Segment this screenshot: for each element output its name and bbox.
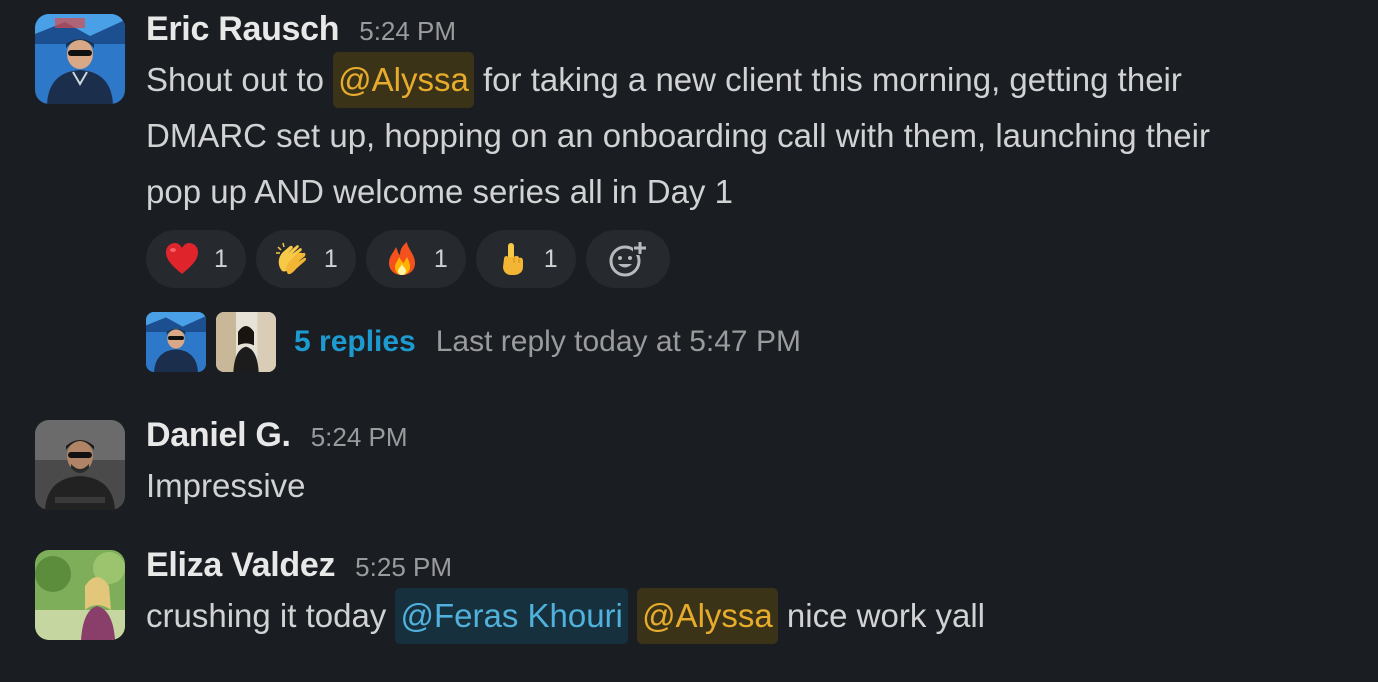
message-text-segment: pop up AND welcome series all in Day 1: [146, 173, 733, 210]
avatar-eliza-valdez[interactable]: [35, 550, 125, 640]
message-text-segment: DMARC set up, hopping on an onboarding c…: [146, 117, 1210, 154]
message-feed: Eric Rausch 5:24 PM Shout out to @Alyssa…: [0, 0, 1378, 682]
reaction-heart[interactable]: 1: [146, 230, 246, 288]
avatar-daniel-g[interactable]: [35, 420, 125, 510]
author-name[interactable]: Daniel G.: [146, 416, 291, 455]
thread-avatar-eric-rausch: [146, 312, 206, 372]
message-text: crushing it today @Feras Khouri @Alyssa …: [146, 588, 1358, 644]
message-text-segment: for taking a new client this morning, ge…: [473, 61, 1182, 98]
fire-emoji-icon: [388, 242, 415, 275]
mention-alyssa[interactable]: @Alyssa: [637, 588, 778, 644]
author-name[interactable]: Eric Rausch: [146, 10, 340, 49]
reaction-count: 1: [543, 244, 558, 273]
avatar-eric-rausch[interactable]: [35, 14, 125, 104]
timestamp[interactable]: 5:25 PM: [355, 552, 452, 583]
message-text: Shout out to @Alyssa for taking a new cl…: [146, 52, 1358, 220]
reaction-count: 1: [214, 244, 228, 273]
message-text-segment: crushing it today: [146, 597, 396, 634]
heart-emoji-icon: [166, 243, 198, 274]
clapping-hands-emoji-icon: [275, 242, 306, 275]
pointing-up-emoji-icon: [502, 243, 523, 275]
reaction-fire[interactable]: 1: [365, 230, 466, 288]
reaction-point-up[interactable]: 1: [475, 230, 576, 288]
thread-replies-link[interactable]: 5 replies: [294, 325, 416, 359]
timestamp[interactable]: 5:24 PM: [359, 16, 456, 47]
reactions-bar: 1 1 1 1: [146, 230, 1358, 288]
reaction-clap[interactable]: 1: [255, 230, 356, 288]
mention-feras-khouri[interactable]: @Feras Khouri: [395, 588, 628, 644]
message-text: Impressive: [146, 467, 306, 504]
timestamp[interactable]: 5:24 PM: [311, 422, 408, 453]
message-text-segment: Shout out to: [146, 61, 334, 98]
reaction-count: 1: [323, 244, 338, 273]
author-name[interactable]: Eliza Valdez: [146, 546, 335, 585]
mention-alyssa[interactable]: @Alyssa: [333, 52, 474, 108]
message-text-segment: nice work yall: [777, 597, 985, 634]
add-reaction-button[interactable]: [585, 230, 670, 288]
reaction-count: 1: [433, 244, 448, 273]
add-reaction-icon: [609, 241, 647, 277]
thread-summary[interactable]: 5 replies Last reply today at 5:47 PM: [146, 312, 1358, 372]
thread-last-reply: Last reply today at 5:47 PM: [435, 325, 801, 358]
thread-avatar-participant: [216, 312, 276, 372]
